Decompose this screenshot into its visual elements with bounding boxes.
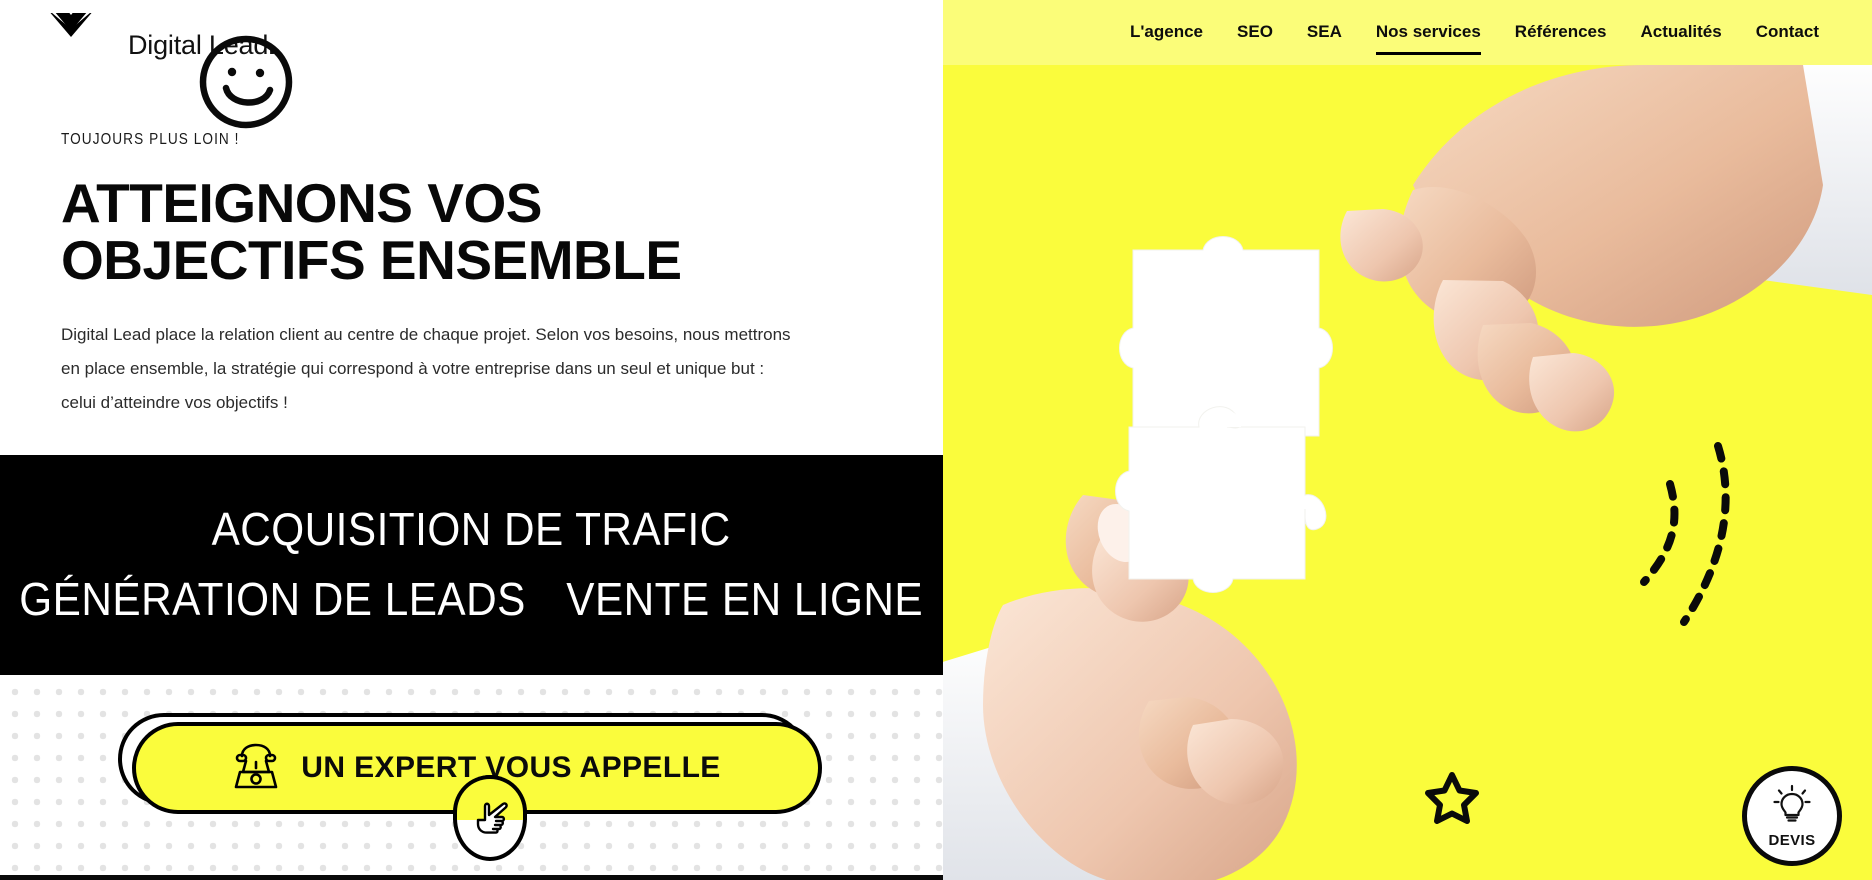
hero-eyebrow: TOUJOURS PLUS LOIN ! (61, 131, 240, 148)
nav-item-references[interactable]: Références (1498, 23, 1624, 42)
cta-button-wrapper: UN EXPERT VOUS APPELLE (118, 713, 822, 861)
pointing-hand-icon (469, 794, 511, 843)
hero-paragraph: Digital Lead place la relation client au… (61, 325, 791, 413)
brand-header[interactable]: Digital Lead. (0, 0, 943, 65)
telephone-icon (233, 742, 279, 795)
services-line-2: GÉNÉRATION DE LEADS VENTE EN LIGNE (20, 572, 924, 626)
nav-item-actualites[interactable]: Actualités (1623, 23, 1738, 42)
cta-section: UN EXPERT VOUS APPELLE (0, 675, 943, 880)
bottom-divider (0, 875, 943, 880)
main-navigation: L'agence SEO SEA Nos services Références… (943, 0, 1872, 65)
hero-title-line-2: OBJECTIFS ENSEMBLE (61, 228, 682, 291)
page-root: Digital Lead. TOUJOURS PLUS LOIN ! ATTEI… (0, 0, 1872, 880)
chevron-arrow-logo-icon[interactable] (28, 13, 114, 61)
devis-badge[interactable]: DEVIS (1742, 766, 1842, 866)
cta-label: UN EXPERT VOUS APPELLE (301, 751, 721, 784)
nav-item-contact[interactable]: Contact (1739, 23, 1836, 42)
nav-item-nos-services[interactable]: Nos services (1359, 23, 1498, 55)
service-keyword: VENTE EN LIGNE (566, 573, 924, 625)
hero-title-line-1: ATTEIGNONS VOS (61, 172, 542, 234)
nav-item-sea[interactable]: SEA (1290, 23, 1359, 42)
pointing-hand-cursor-badge[interactable] (453, 775, 527, 861)
lightbulb-icon (1772, 784, 1812, 831)
page-title: ATTEIGNONS VOS OBJECTIFS ENSEMBLE (61, 175, 887, 288)
nav-item-lagence[interactable]: L'agence (1113, 23, 1220, 42)
devis-label: DEVIS (1768, 831, 1816, 849)
star-icon (1424, 770, 1480, 829)
services-line-1: ACQUISITION DE TRAFIC (212, 502, 731, 556)
smiley-face-icon (196, 32, 296, 137)
service-keyword: ACQUISITION DE TRAFIC (211, 503, 732, 555)
hero-section: TOUJOURS PLUS LOIN ! ATTEIGNONS VOS OBJE… (0, 65, 943, 455)
services-keywords-band: ACQUISITION DE TRAFIC GÉNÉRATION DE LEAD… (0, 455, 943, 675)
service-keyword: GÉNÉRATION DE LEADS (19, 573, 527, 625)
left-content-panel: Digital Lead. TOUJOURS PLUS LOIN ! ATTEI… (0, 0, 943, 880)
dashed-arcs-icon (1630, 440, 1750, 635)
nav-item-seo[interactable]: SEO (1220, 23, 1290, 42)
